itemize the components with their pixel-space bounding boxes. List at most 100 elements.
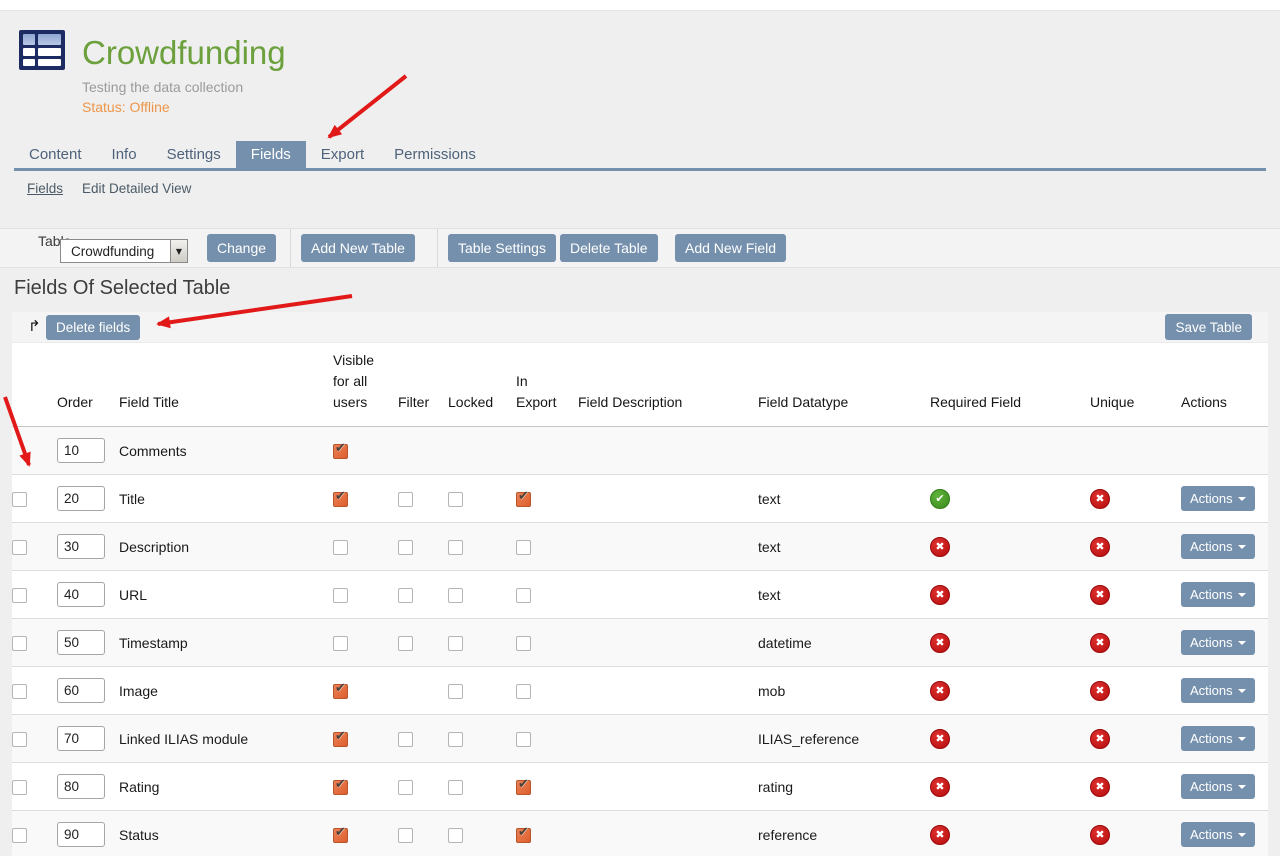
locked-checkbox[interactable]: [448, 684, 463, 699]
order-input[interactable]: [57, 774, 105, 799]
screen: Crowdfunding Testing the data collection…: [0, 0, 1280, 856]
locked-checkbox[interactable]: [448, 540, 463, 555]
actions-button[interactable]: Actions: [1181, 486, 1255, 511]
order-input[interactable]: [57, 822, 105, 847]
in-export-checkbox[interactable]: [516, 588, 531, 603]
in-export-checkbox[interactable]: [516, 636, 531, 651]
actions-button[interactable]: Actions: [1181, 534, 1255, 559]
in-export-checkbox[interactable]: [516, 492, 531, 507]
add-new-field-button[interactable]: Add New Field: [675, 234, 786, 262]
fields-table-toolbar: ↱ Delete fields Save Table: [12, 312, 1268, 343]
visible-checkbox[interactable]: [333, 444, 348, 459]
filter-checkbox[interactable]: [398, 588, 413, 603]
unique-no-icon: ✖: [1090, 729, 1110, 749]
filter-checkbox[interactable]: [398, 636, 413, 651]
actions-button[interactable]: Actions: [1181, 822, 1255, 847]
row-select-checkbox[interactable]: [12, 540, 27, 555]
column-header-required-field: Required Field: [930, 343, 1090, 427]
save-table-button[interactable]: Save Table: [1165, 314, 1252, 340]
row-select-checkbox[interactable]: [12, 684, 27, 699]
order-input[interactable]: [57, 630, 105, 655]
unique-no-icon: ✖: [1090, 585, 1110, 605]
filter-checkbox[interactable]: [398, 732, 413, 747]
row-select-checkbox[interactable]: [12, 732, 27, 747]
tab-permissions[interactable]: Permissions: [379, 141, 491, 168]
actions-button[interactable]: Actions: [1181, 630, 1255, 655]
table-select[interactable]: Crowdfunding ▼: [60, 239, 188, 263]
order-input[interactable]: [57, 486, 105, 511]
table-settings-button[interactable]: Table Settings: [448, 234, 556, 262]
locked-checkbox[interactable]: [448, 828, 463, 843]
visible-checkbox[interactable]: [333, 492, 348, 507]
visible-checkbox[interactable]: [333, 636, 348, 651]
delete-table-button[interactable]: Delete Table: [560, 234, 658, 262]
visible-checkbox[interactable]: [333, 732, 348, 747]
column-header-select: [12, 343, 57, 427]
order-input[interactable]: [57, 678, 105, 703]
caret-down-icon: [1238, 497, 1246, 501]
add-new-table-button[interactable]: Add New Table: [301, 234, 415, 262]
subtab-edit-detailed-view[interactable]: Edit Detailed View: [82, 181, 191, 196]
table-row: Timestamp datetime ✖ ✖ Actions: [12, 619, 1268, 667]
select-dropdown-icon[interactable]: ▼: [170, 240, 187, 262]
in-export-checkbox[interactable]: [516, 684, 531, 699]
required-no-icon: ✖: [930, 729, 950, 749]
row-select-checkbox[interactable]: [12, 588, 27, 603]
in-export-checkbox[interactable]: [516, 828, 531, 843]
delete-fields-button[interactable]: Delete fields: [46, 315, 140, 340]
field-description: [578, 571, 758, 619]
locked-checkbox[interactable]: [448, 588, 463, 603]
actions-button[interactable]: Actions: [1181, 774, 1255, 799]
tab-export[interactable]: Export: [306, 141, 379, 168]
tab-info[interactable]: Info: [97, 141, 152, 168]
change-button[interactable]: Change: [207, 234, 276, 262]
field-description: [578, 811, 758, 856]
order-input[interactable]: [57, 582, 105, 607]
table-toolbar: Table Crowdfunding ▼ Change Add New Tabl…: [0, 228, 1280, 268]
field-description: [578, 427, 758, 475]
actions-button[interactable]: Actions: [1181, 678, 1255, 703]
caret-down-icon: [1238, 737, 1246, 741]
row-select-checkbox[interactable]: [12, 492, 27, 507]
in-export-checkbox[interactable]: [516, 780, 531, 795]
locked-checkbox[interactable]: [448, 780, 463, 795]
table-select-value: Crowdfunding: [61, 244, 170, 259]
filter-checkbox[interactable]: [398, 540, 413, 555]
in-export-checkbox[interactable]: [516, 540, 531, 555]
subtab-bar: Fields Edit Detailed View: [27, 181, 191, 196]
visible-checkbox[interactable]: [333, 828, 348, 843]
visible-checkbox[interactable]: [333, 780, 348, 795]
locked-checkbox[interactable]: [448, 636, 463, 651]
order-input[interactable]: [57, 438, 105, 463]
field-datatype: ILIAS_reference: [758, 715, 930, 763]
required-no-icon: ✖: [930, 825, 950, 845]
order-input[interactable]: [57, 534, 105, 559]
actions-button[interactable]: Actions: [1181, 726, 1255, 751]
in-export-checkbox[interactable]: [516, 732, 531, 747]
field-description: [578, 763, 758, 811]
subtab-fields[interactable]: Fields: [27, 181, 63, 196]
row-select-checkbox[interactable]: [12, 780, 27, 795]
tab-content[interactable]: Content: [14, 141, 97, 168]
tab-fields[interactable]: Fields: [236, 141, 306, 168]
field-description: [578, 715, 758, 763]
locked-checkbox[interactable]: [448, 492, 463, 507]
visible-checkbox[interactable]: [333, 684, 348, 699]
actions-button[interactable]: Actions: [1181, 582, 1255, 607]
row-select-checkbox[interactable]: [12, 828, 27, 843]
tab-settings[interactable]: Settings: [152, 141, 236, 168]
table-row: Image mob ✖ ✖ Actions: [12, 667, 1268, 715]
filter-checkbox[interactable]: [398, 780, 413, 795]
visible-checkbox[interactable]: [333, 588, 348, 603]
field-title: Rating: [119, 763, 333, 811]
order-input[interactable]: [57, 726, 105, 751]
visible-checkbox[interactable]: [333, 540, 348, 555]
filter-checkbox[interactable]: [398, 492, 413, 507]
locked-checkbox[interactable]: [448, 732, 463, 747]
table-row: Rating rating ✖ ✖ Actions: [12, 763, 1268, 811]
column-header-unique: Unique: [1090, 343, 1181, 427]
caret-down-icon: [1238, 545, 1246, 549]
row-select-checkbox[interactable]: [12, 636, 27, 651]
filter-checkbox[interactable]: [398, 828, 413, 843]
column-header-in-export: In Export: [516, 343, 578, 427]
